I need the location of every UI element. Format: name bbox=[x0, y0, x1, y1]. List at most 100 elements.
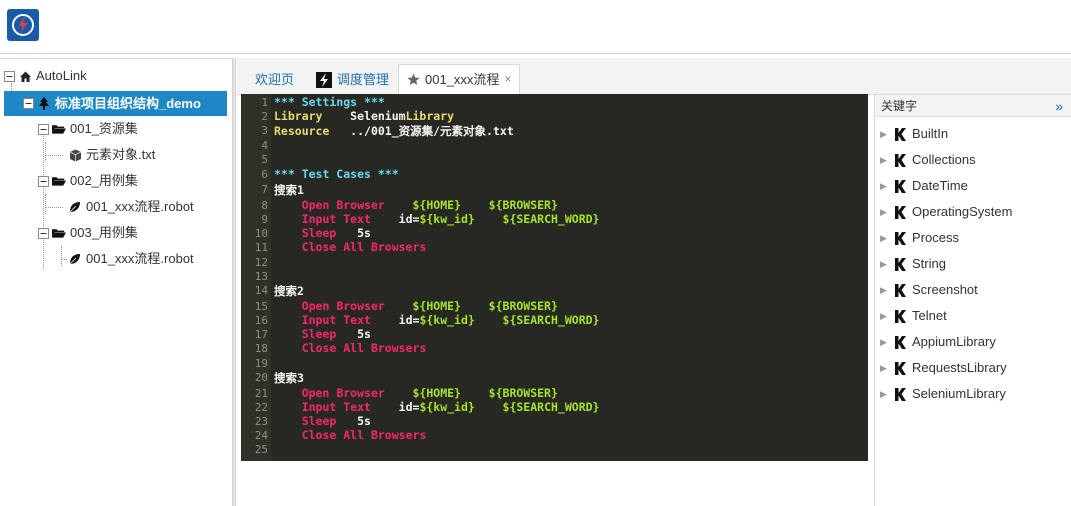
close-icon[interactable]: × bbox=[504, 65, 511, 94]
sleep-keyword: Sleep bbox=[301, 414, 337, 428]
code-line-resource: Resource ../001_资源集/元素对象.txt bbox=[274, 123, 514, 139]
sleep-value: 5s bbox=[357, 414, 371, 428]
expand-arrow-icon[interactable]: ▶ bbox=[880, 358, 888, 378]
code-line-close-browsers: Close All Browsers bbox=[274, 341, 427, 355]
keyword-library-label: BuiltIn bbox=[912, 126, 949, 141]
code-line-close-browsers: Close All Browsers bbox=[274, 240, 427, 254]
keyword-library-label: Screenshot bbox=[912, 282, 978, 297]
keyword-library-item[interactable]: ▶ RequestsLibrary bbox=[875, 358, 1007, 378]
collapse-toggle-icon[interactable] bbox=[38, 123, 49, 135]
star-icon bbox=[407, 73, 420, 86]
line-number: 16 bbox=[254, 314, 268, 327]
line-number: 23 bbox=[254, 415, 268, 428]
keyword-library-item[interactable]: ▶ Screenshot bbox=[875, 280, 978, 300]
line-number: 12 bbox=[254, 256, 268, 269]
k-library-icon bbox=[894, 387, 906, 401]
k-library-icon bbox=[894, 361, 906, 375]
browser-variable: ${BROWSER} bbox=[488, 198, 558, 212]
collapse-toggle-icon[interactable] bbox=[38, 175, 49, 187]
code-editor[interactable]: 1 2 3 4 5 6 7 8 9 10 11 12 13 14 15 16 17 18 19 20 21 22 23 24 2… bbox=[241, 94, 868, 461]
expand-arrow-icon[interactable]: ▶ bbox=[880, 280, 888, 300]
collapse-toggle-icon[interactable] bbox=[23, 98, 34, 109]
autolink-logo-icon[interactable] bbox=[7, 9, 39, 41]
tab-label: 调度管理 bbox=[337, 72, 390, 87]
line-number: 24 bbox=[254, 429, 268, 442]
lightning-icon bbox=[316, 71, 332, 88]
tree-folder-cases-003[interactable]: 003_用例集 bbox=[38, 221, 138, 245]
tree-file-robot-2[interactable]: 001_xxx流程.robot bbox=[68, 247, 194, 271]
testcases-header: *** Test Cases *** bbox=[274, 167, 399, 181]
search-word-variable: ${SEARCH_WORD} bbox=[502, 400, 600, 414]
library-keyword: Library bbox=[274, 109, 323, 123]
expand-arrow-icon[interactable]: ▶ bbox=[880, 202, 888, 222]
tree-file-elements[interactable]: 元素对象.txt bbox=[68, 143, 155, 167]
code-line-input-text: Input Text id=${kw_id} ${SEARCH_WORD} bbox=[274, 212, 600, 226]
expand-arrow-icon[interactable]: ▶ bbox=[880, 384, 888, 404]
expand-arrow-icon[interactable]: ▶ bbox=[880, 306, 888, 326]
collapse-panel-icon[interactable]: » bbox=[1055, 95, 1063, 117]
collapse-toggle-icon[interactable] bbox=[38, 227, 49, 239]
keywords-panel-title: 关键字 bbox=[881, 99, 918, 113]
line-number: 14 bbox=[254, 284, 268, 297]
line-number: 18 bbox=[254, 342, 268, 355]
tab-scheduler[interactable]: 调度管理 bbox=[308, 64, 397, 95]
keyword-library-item[interactable]: ▶ AppiumLibrary bbox=[875, 332, 996, 352]
library-name-suffix: Library bbox=[405, 109, 455, 123]
code-line-open-browser: Open Browser ${HOME} ${BROWSER} bbox=[274, 386, 558, 400]
keyword-library-item[interactable]: ▶ Process bbox=[875, 228, 959, 248]
k-library-icon bbox=[894, 257, 906, 271]
keyword-library-item[interactable]: ▶ String bbox=[875, 254, 946, 274]
keyword-library-item[interactable]: ▶ DateTime bbox=[875, 176, 968, 196]
panel-splitter[interactable] bbox=[232, 58, 236, 506]
tree-file-robot-1[interactable]: 001_xxx流程.robot bbox=[68, 195, 194, 219]
line-number: 10 bbox=[254, 227, 268, 240]
tab-label: 欢迎页 bbox=[255, 72, 295, 87]
code-line-input-text: Input Text id=${kw_id} ${SEARCH_WORD} bbox=[274, 400, 600, 414]
expand-arrow-icon[interactable]: ▶ bbox=[880, 124, 888, 144]
expand-arrow-icon[interactable]: ▶ bbox=[880, 150, 888, 170]
line-number: 5 bbox=[261, 153, 268, 166]
leaf-icon bbox=[68, 252, 82, 266]
line-number: 9 bbox=[261, 213, 268, 226]
expand-arrow-icon[interactable]: ▶ bbox=[880, 228, 888, 248]
test-case-name: 搜索1 bbox=[274, 183, 304, 197]
tree-item-label: 001_xxx流程.robot bbox=[86, 251, 194, 266]
line-number: 13 bbox=[254, 270, 268, 283]
k-library-icon bbox=[894, 231, 906, 245]
sleep-value: 5s bbox=[357, 327, 371, 341]
home-variable: ${HOME} bbox=[412, 386, 461, 400]
tree-root-autolink[interactable]: AutoLink bbox=[4, 64, 228, 88]
keyword-library-label: SeleniumLibrary bbox=[912, 386, 1006, 401]
tab-welcome[interactable]: 欢迎页 bbox=[247, 64, 302, 95]
expand-arrow-icon[interactable]: ▶ bbox=[880, 254, 888, 274]
keyword-library-item[interactable]: ▶ Collections bbox=[875, 150, 976, 170]
library-name-prefix: Selenium bbox=[350, 109, 406, 123]
keyword-library-item[interactable]: ▶ Telnet bbox=[875, 306, 947, 326]
sleep-keyword: Sleep bbox=[301, 327, 337, 341]
keyword-library-label: RequestsLibrary bbox=[912, 360, 1007, 375]
keyword-library-item[interactable]: ▶ OperatingSystem bbox=[875, 202, 1012, 222]
tab-robot-file[interactable]: 001_xxx流程 × bbox=[398, 64, 521, 95]
tree-folder-resources[interactable]: 001_资源集 bbox=[38, 117, 138, 141]
keyword-library-item[interactable]: ▶ SeleniumLibrary bbox=[875, 384, 1006, 404]
tree-item-project[interactable]: 标准项目组织结构_demo bbox=[4, 91, 227, 116]
test-case-name: 搜索3 bbox=[274, 371, 304, 385]
line-number: 21 bbox=[254, 387, 268, 400]
k-library-icon bbox=[894, 283, 906, 297]
keywords-panel-header: 关键字 » bbox=[875, 95, 1071, 117]
collapse-toggle-icon[interactable] bbox=[4, 70, 15, 82]
keyword-library-label: DateTime bbox=[912, 178, 968, 193]
line-number: 17 bbox=[254, 328, 268, 341]
k-library-icon bbox=[894, 309, 906, 323]
k-library-icon bbox=[894, 205, 906, 219]
search-word-variable: ${SEARCH_WORD} bbox=[502, 212, 600, 226]
tree-item-label: 002_用例集 bbox=[70, 173, 138, 188]
line-number: 2 bbox=[261, 110, 268, 123]
expand-arrow-icon[interactable]: ▶ bbox=[880, 332, 888, 352]
expand-arrow-icon[interactable]: ▶ bbox=[880, 176, 888, 196]
keyword-library-label: Process bbox=[912, 230, 959, 245]
keyword-library-item[interactable]: ▶ BuiltIn bbox=[875, 124, 948, 144]
line-number: 11 bbox=[254, 241, 268, 254]
tree-folder-cases-002[interactable]: 002_用例集 bbox=[38, 169, 138, 193]
open-browser-keyword: Open Browser bbox=[301, 386, 385, 400]
